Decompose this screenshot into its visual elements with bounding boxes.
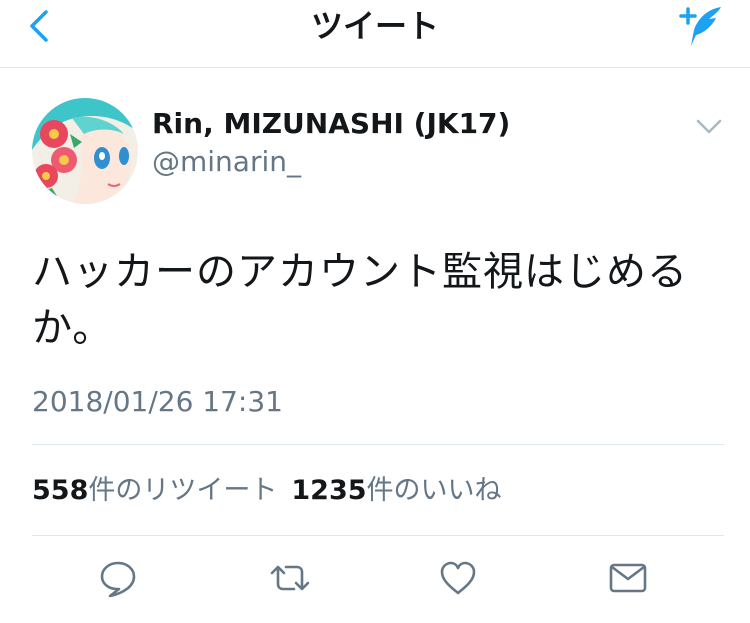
reply-icon (100, 561, 136, 598)
envelope-icon (609, 563, 647, 593)
author-name[interactable]: Rin, MIZUNASHI (JK17) (152, 106, 510, 142)
compose-tweet-icon (679, 7, 721, 46)
like-stat[interactable]: 1235件のいいね (291, 475, 501, 506)
avatar-image (32, 98, 138, 204)
retweet-button[interactable] (268, 556, 312, 600)
avatar[interactable] (32, 98, 138, 204)
like-button[interactable] (436, 556, 480, 600)
retweet-stat[interactable]: 558件のリツイート (32, 475, 277, 506)
more-options-button[interactable] (694, 116, 724, 138)
tweet-text: ハッカーのアカウント監視はじめるか。 (32, 249, 688, 351)
tweet-stats: 558件のリツイート 1235件のいいね (32, 473, 502, 509)
retweet-label: 件のリツイート (88, 475, 278, 506)
retweet-count: 558 (32, 475, 89, 506)
author-handle[interactable]: @minarin_ (152, 144, 301, 180)
divider (32, 535, 724, 536)
tweet-timestamp: 2018/01/26 17:31 (32, 385, 283, 418)
like-label: 件のいいね (366, 475, 502, 506)
chevron-down-icon (696, 119, 722, 134)
like-count: 1235 (291, 475, 367, 506)
direct-message-button[interactable] (606, 556, 650, 600)
divider (32, 444, 724, 445)
reply-button[interactable] (96, 556, 140, 600)
compose-tweet-button[interactable] (678, 4, 724, 50)
heart-icon (440, 561, 476, 595)
page-title: ツイート (310, 7, 439, 45)
navigation-header: ツイート (0, 0, 750, 68)
retweet-icon (270, 565, 310, 591)
